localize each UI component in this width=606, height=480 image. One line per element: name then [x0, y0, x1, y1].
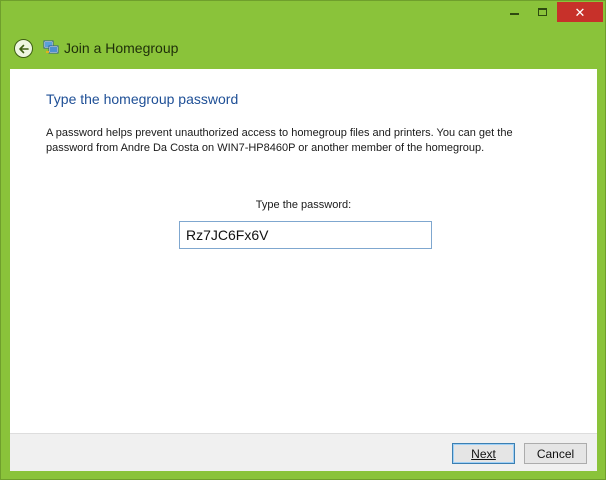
content-panel: Type the homegroup password A password h…	[10, 69, 597, 433]
cancel-button[interactable]: Cancel	[524, 443, 587, 464]
password-input[interactable]	[179, 221, 432, 249]
dialog-window: ✕ Join a Homegroup Type the homegroup pa…	[0, 0, 606, 480]
back-button[interactable]	[14, 39, 33, 58]
minimize-icon	[509, 13, 519, 15]
description-text: A password helps prevent unauthorized ac…	[46, 127, 513, 154]
page-heading: Type the homegroup password	[46, 91, 239, 107]
close-icon: ✕	[574, 4, 586, 20]
homegroup-icon	[43, 40, 59, 54]
next-button[interactable]: Next	[452, 443, 515, 464]
next-button-label: Next	[471, 446, 496, 461]
maximize-button[interactable]	[529, 2, 555, 22]
password-label: Type the password:	[255, 199, 352, 211]
minimize-button[interactable]	[501, 2, 527, 22]
window-title: Join a Homegroup	[64, 40, 179, 56]
button-bar: Next Cancel	[10, 433, 597, 471]
back-arrow-icon	[18, 44, 29, 53]
close-button[interactable]: ✕	[557, 2, 603, 22]
maximize-icon	[537, 8, 547, 16]
